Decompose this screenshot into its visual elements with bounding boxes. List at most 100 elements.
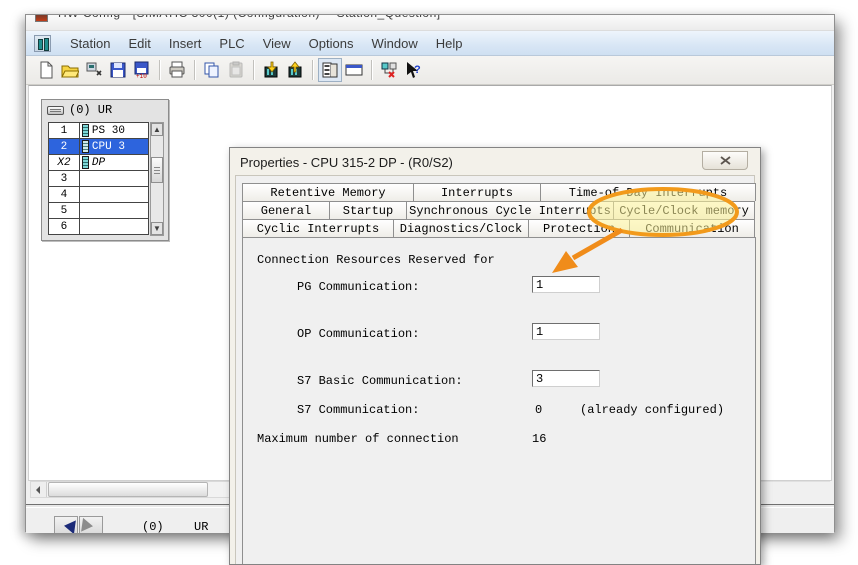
forward-arrow-icon [81, 518, 101, 533]
menu-plc[interactable]: PLC [210, 33, 253, 54]
rack-header: (0) UR [42, 100, 168, 120]
network-connections-icon[interactable] [377, 58, 401, 82]
paste-icon[interactable] [224, 58, 248, 82]
svg-text:+10: +10 [136, 73, 147, 79]
s7-basic-communication-input[interactable] [532, 370, 600, 387]
menu-bar: Station Edit Insert PLC View Options Win… [26, 31, 834, 56]
previous-rack-button[interactable] [54, 516, 78, 533]
scroll-down-icon[interactable]: ▼ [151, 222, 163, 235]
download-to-module-icon[interactable] [259, 58, 283, 82]
next-rack-button[interactable] [79, 516, 103, 533]
slot-number[interactable]: 6 [49, 219, 80, 235]
window-title: HW Config - [SIMATIC 300(1) (Configurati… [58, 15, 441, 20]
pg-communication-input[interactable] [532, 276, 600, 293]
tab-cycle-clock-memory[interactable]: Cycle/Clock memory [613, 201, 755, 219]
lower-rack-name: UR [194, 520, 208, 533]
max-connections-label: Maximum number of connection [257, 432, 459, 446]
slot-number[interactable]: 1 [49, 123, 80, 139]
menu-window[interactable]: Window [362, 33, 426, 54]
properties-dialog: Properties - CPU 315-2 DP - (R0/S2) Rete… [229, 147, 761, 565]
s7-basic-communication-label: S7 Basic Communication: [297, 374, 463, 388]
toolbar-separator [159, 60, 160, 80]
s7-communication-label: S7 Communication: [297, 403, 419, 417]
tab-startup[interactable]: Startup [329, 201, 407, 219]
rack-header-label: (0) UR [69, 103, 112, 117]
slot-number[interactable]: 3 [49, 171, 80, 187]
rack-row-3[interactable]: 3 [49, 171, 149, 187]
tab-general[interactable]: General [242, 201, 330, 219]
menu-insert[interactable]: Insert [160, 33, 211, 54]
pg-communication-label: PG Communication: [297, 280, 419, 294]
rack-panel[interactable]: (0) UR 1 PS 30 2 CPU 3 X2 DP 3 [41, 99, 169, 241]
tab-retentive-memory[interactable]: Retentive Memory [242, 183, 414, 201]
slot-number[interactable]: 5 [49, 203, 80, 219]
new-station-icon[interactable] [34, 58, 58, 82]
close-button[interactable] [702, 151, 748, 170]
empty-slot[interactable] [79, 219, 148, 235]
module-name[interactable]: PS 30 [92, 125, 125, 137]
menu-view[interactable]: View [254, 33, 300, 54]
print-icon[interactable] [165, 58, 189, 82]
copy-icon[interactable] [200, 58, 224, 82]
tab-communication[interactable]: Communication [629, 219, 755, 237]
app-icon [35, 15, 48, 22]
rack-row-1[interactable]: 1 PS 30 [49, 123, 149, 139]
rack-row-6[interactable]: 6 [49, 219, 149, 235]
menu-edit[interactable]: Edit [119, 33, 159, 54]
scroll-up-icon[interactable]: ▲ [151, 123, 163, 136]
rack-row-x2[interactable]: X2 DP [49, 155, 149, 171]
horizontal-scrollbar-thumb[interactable] [48, 482, 208, 497]
empty-slot[interactable] [79, 187, 148, 203]
horizontal-scrollbar[interactable] [30, 481, 230, 498]
save-station-icon[interactable] [82, 58, 106, 82]
module-name[interactable]: CPU 3 [92, 141, 125, 153]
menu-station[interactable]: Station [61, 33, 119, 54]
module-name[interactable]: DP [92, 157, 105, 169]
lower-rack-number: (0) [142, 520, 164, 533]
op-communication-input[interactable] [532, 323, 600, 340]
catalog-icon[interactable] [318, 58, 342, 82]
rack-row-2-selected[interactable]: 2 CPU 3 [49, 139, 149, 155]
tab-diagnostics-clock[interactable]: Diagnostics/Clock [393, 219, 529, 237]
tab-cyclic-interrupts[interactable]: Cyclic Interrupts [242, 219, 394, 237]
upload-from-module-icon[interactable] [283, 58, 307, 82]
communication-tab-page: Connection Resources Reserved for PG Com… [242, 237, 756, 564]
scroll-left-icon[interactable] [31, 482, 47, 497]
tab-time-of-day-interrupts[interactable]: Time-of-Day Interrupts [540, 183, 756, 201]
dialog-tabstrip: Retentive Memory Interrupts Time-of-Day … [242, 183, 756, 237]
toolbar-separator [371, 60, 372, 80]
slot-number[interactable]: 4 [49, 187, 80, 203]
rack-row-4[interactable]: 4 [49, 187, 149, 203]
toolbar: +10 ? [26, 56, 834, 85]
dialog-title: Properties - CPU 315-2 DP - (R0/S2) [240, 155, 453, 170]
menu-options[interactable]: Options [300, 33, 363, 54]
slot-number[interactable]: 2 [49, 139, 80, 155]
tab-protection[interactable]: Protection [528, 219, 630, 237]
rack-scrollbar[interactable]: ▲ ▼ [150, 122, 164, 236]
dialog-titlebar[interactable]: Properties - CPU 315-2 DP - (R0/S2) [230, 148, 760, 175]
dialog-client-area: Retentive Memory Interrupts Time-of-Day … [235, 175, 755, 564]
rack-icon [47, 106, 64, 115]
rack-slot-table: 1 PS 30 2 CPU 3 X2 DP 3 4 [48, 122, 149, 235]
slot-number[interactable]: X2 [49, 155, 80, 171]
section-heading: Connection Resources Reserved for [257, 253, 495, 267]
help-select-icon[interactable]: ? [401, 58, 425, 82]
already-configured-note: (already configured) [580, 403, 724, 417]
max-connections-value: 16 [532, 432, 546, 446]
close-icon [720, 156, 731, 165]
tab-interrupts[interactable]: Interrupts [413, 183, 541, 201]
configuration-table-icon[interactable] [342, 58, 366, 82]
rack-scrollbar-thumb[interactable] [151, 157, 163, 183]
tab-synchronous-cycle-interrupts[interactable]: Synchronous Cycle Interrupts [406, 201, 614, 219]
empty-slot[interactable] [79, 171, 148, 187]
module-icon [82, 156, 89, 169]
save-and-compile-icon[interactable]: +10 [130, 58, 154, 82]
menu-help[interactable]: Help [427, 33, 472, 54]
open-station-icon[interactable] [58, 58, 82, 82]
empty-slot[interactable] [79, 203, 148, 219]
rack-row-5[interactable]: 5 [49, 203, 149, 219]
station-document-icon[interactable] [34, 35, 51, 52]
window-titlebar: HW Config - [SIMATIC 300(1) (Configurati… [26, 15, 834, 31]
save-icon[interactable] [106, 58, 130, 82]
hw-config-window: HW Config - [SIMATIC 300(1) (Configurati… [25, 14, 835, 532]
